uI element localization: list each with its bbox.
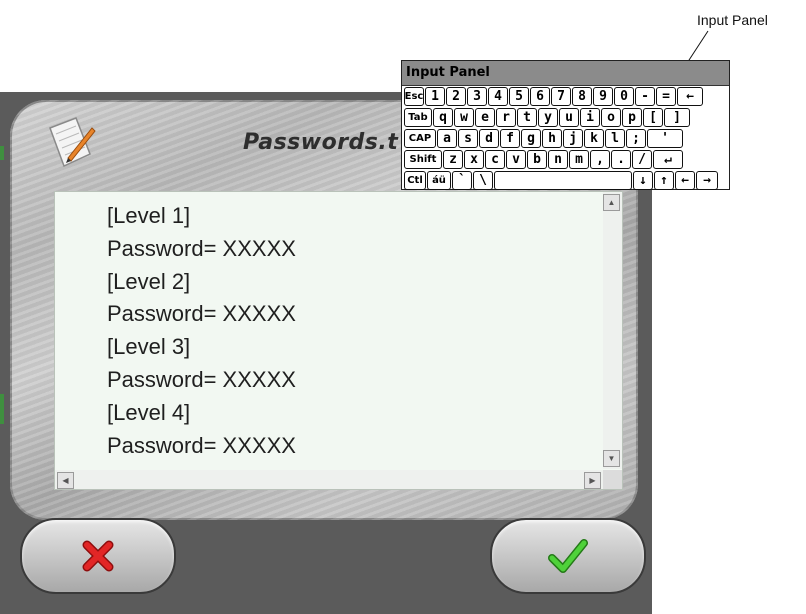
- key-c[interactable]: c: [485, 150, 505, 169]
- ok-button[interactable]: [490, 518, 646, 594]
- key-u[interactable]: u: [559, 108, 579, 127]
- key-3[interactable]: 3: [467, 87, 487, 106]
- scroll-right-button[interactable]: ▶: [584, 472, 601, 489]
- key-enter[interactable]: ↵: [653, 150, 683, 169]
- key-period[interactable]: .: [611, 150, 631, 169]
- cancel-button[interactable]: [20, 518, 176, 594]
- content-line: Password= XXXXX: [107, 301, 296, 327]
- key-backtick[interactable]: `: [452, 171, 472, 190]
- scroll-down-button[interactable]: ▼: [603, 450, 620, 467]
- key-ctrl[interactable]: Ctl: [404, 171, 426, 190]
- content-line: [Level 4]: [107, 399, 191, 425]
- key-i[interactable]: i: [580, 108, 600, 127]
- input-panel[interactable]: Input Panel Esc 1 2 3 4 5 6 7 8 9 0 - = …: [401, 60, 730, 190]
- key-w[interactable]: w: [454, 108, 474, 127]
- keyboard-row-4: Shift z x c v b n m , . / ↵: [404, 150, 683, 171]
- key-caps[interactable]: CAP: [404, 129, 436, 148]
- key-equals[interactable]: =: [656, 87, 676, 106]
- key-s[interactable]: s: [458, 129, 478, 148]
- keyboard-row-2: Tab q w e r t y u i o p [ ]: [404, 108, 690, 129]
- key-e[interactable]: e: [475, 108, 495, 127]
- key-minus[interactable]: -: [635, 87, 655, 106]
- horizontal-scrollbar[interactable]: ◀ ▶: [55, 470, 603, 489]
- key-4[interactable]: 4: [488, 87, 508, 106]
- left-edge-marker: [0, 394, 4, 424]
- key-arrow-left[interactable]: ←: [675, 171, 695, 190]
- content-line: Password= XXXXX: [107, 432, 296, 458]
- key-h[interactable]: h: [542, 129, 562, 148]
- key-shift[interactable]: Shift: [404, 150, 442, 169]
- key-y[interactable]: y: [538, 108, 558, 127]
- key-t[interactable]: t: [517, 108, 537, 127]
- dialog-title: Passwords.t: [243, 130, 399, 155]
- key-b[interactable]: b: [527, 150, 547, 169]
- content-lines: [Level 1] Password= XXXXX [Level 2] Pass…: [107, 200, 296, 462]
- key-7[interactable]: 7: [551, 87, 571, 106]
- key-v[interactable]: v: [506, 150, 526, 169]
- key-p[interactable]: p: [622, 108, 642, 127]
- key-a[interactable]: a: [437, 129, 457, 148]
- key-8[interactable]: 8: [572, 87, 592, 106]
- input-panel-titlebar: Input Panel: [402, 61, 729, 86]
- keyboard-row-3: CAP a s d f g h j k l ; ': [404, 129, 683, 150]
- key-r[interactable]: r: [496, 108, 516, 127]
- key-5[interactable]: 5: [509, 87, 529, 106]
- key-o[interactable]: o: [601, 108, 621, 127]
- key-left-bracket[interactable]: [: [643, 108, 663, 127]
- content-line: [Level 1]: [107, 203, 191, 228]
- content-line: Password= XXXXX: [107, 235, 296, 261]
- key-k[interactable]: k: [584, 129, 604, 148]
- key-comma[interactable]: ,: [590, 150, 610, 169]
- key-arrow-right[interactable]: →: [696, 171, 718, 190]
- key-international[interactable]: áü: [427, 171, 451, 190]
- key-g[interactable]: g: [521, 129, 541, 148]
- key-tab[interactable]: Tab: [404, 108, 432, 127]
- vertical-scrollbar[interactable]: ▲ ▼: [603, 192, 622, 469]
- key-f[interactable]: f: [500, 129, 520, 148]
- key-esc[interactable]: Esc: [404, 87, 424, 106]
- content-line: Password= XXXXX: [107, 366, 296, 392]
- scrollbar-corner: [603, 470, 622, 489]
- key-backspace[interactable]: ←: [677, 87, 703, 106]
- key-backslash[interactable]: \: [473, 171, 493, 190]
- key-arrow-up[interactable]: ↑: [654, 171, 674, 190]
- key-space[interactable]: [494, 171, 632, 190]
- key-m[interactable]: m: [569, 150, 589, 169]
- text-content-area[interactable]: [Level 1] Password= XXXXX [Level 2] Pass…: [54, 191, 623, 490]
- key-1[interactable]: 1: [425, 87, 445, 106]
- red-x-icon: [82, 540, 114, 572]
- key-q[interactable]: q: [433, 108, 453, 127]
- key-6[interactable]: 6: [530, 87, 550, 106]
- key-slash[interactable]: /: [632, 150, 652, 169]
- green-check-icon: [548, 539, 588, 573]
- key-0[interactable]: 0: [614, 87, 634, 106]
- key-d[interactable]: d: [479, 129, 499, 148]
- scroll-left-button[interactable]: ◀: [57, 472, 74, 489]
- key-2[interactable]: 2: [446, 87, 466, 106]
- key-arrow-down[interactable]: ↓: [633, 171, 653, 190]
- key-apostrophe[interactable]: ': [647, 129, 683, 148]
- key-x[interactable]: x: [464, 150, 484, 169]
- notepad-icon: [49, 117, 96, 168]
- key-n[interactable]: n: [548, 150, 568, 169]
- content-line: [Level 2]: [107, 268, 191, 294]
- left-edge-marker: [0, 146, 4, 160]
- key-9[interactable]: 9: [593, 87, 613, 106]
- content-line: [Level 3]: [107, 334, 191, 360]
- key-right-bracket[interactable]: ]: [664, 108, 690, 127]
- key-l[interactable]: l: [605, 129, 625, 148]
- keyboard-row-1: Esc 1 2 3 4 5 6 7 8 9 0 - = ←: [404, 87, 703, 108]
- key-semicolon[interactable]: ;: [626, 129, 646, 148]
- scroll-up-button[interactable]: ▲: [603, 194, 620, 211]
- key-j[interactable]: j: [563, 129, 583, 148]
- input-panel-title: Input Panel: [406, 65, 490, 80]
- keyboard-row-5: Ctl áü ` \ ↓ ↑ ← →: [404, 171, 718, 192]
- key-z[interactable]: z: [443, 150, 463, 169]
